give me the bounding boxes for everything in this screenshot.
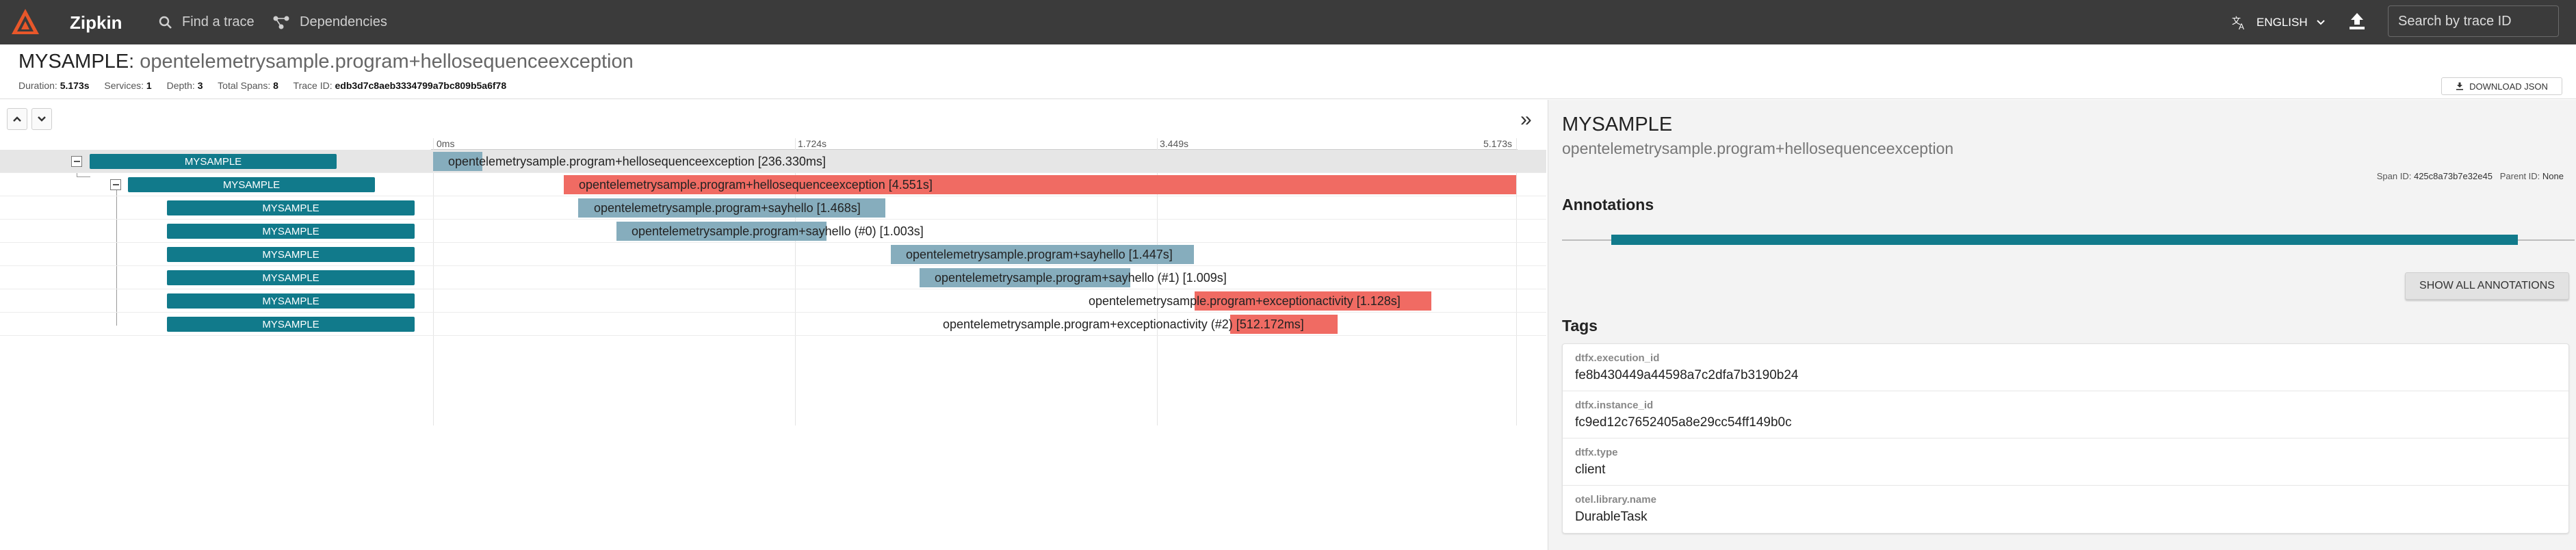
tag-item: dtfx.type client — [1563, 438, 2568, 486]
chevron-up-icon — [13, 116, 21, 122]
tag-item: otel.library.name DurableTask — [1563, 486, 2568, 533]
trace-header: MYSAMPLE: opentelemetrysample.program+he… — [0, 44, 2576, 99]
annotations-span-bar[interactable] — [1611, 235, 2518, 245]
annotations-heading: Annotations — [1562, 196, 1654, 213]
scale-label-0: 0ms — [437, 138, 455, 149]
collapse-toggle-icon[interactable] — [71, 156, 82, 167]
tag-item: dtfx.instance_id fc9ed12c7652405a8e29cc5… — [1563, 391, 2568, 438]
tag-value: client — [1575, 462, 1606, 477]
span-service-badge: MYSAMPLE — [167, 224, 415, 239]
top-navbar: Zipkin Find a trace Dependencies 文 A ENG… — [0, 0, 2576, 44]
download-json-label: DOWNLOAD JSON — [2469, 81, 2548, 92]
svg-text:A: A — [2239, 22, 2244, 30]
dependencies-icon — [273, 16, 289, 29]
services-label: Services: — [104, 80, 144, 91]
span-id-value: 425c8a73b7e32e45 — [2413, 171, 2493, 181]
span-service-badge: MYSAMPLE — [167, 247, 415, 262]
search-icon — [159, 16, 172, 29]
translate-icon: 文 A — [2232, 16, 2244, 30]
trace-title: MYSAMPLE: opentelemetrysample.program+he… — [18, 51, 634, 73]
span-detail-panel: MYSAMPLE opentelemetrysample.program+hel… — [1548, 100, 2576, 550]
span-row[interactable]: MYSAMPLE opentelemetrysample.program+say… — [0, 220, 1546, 243]
nav-dependencies[interactable]: Dependencies — [272, 0, 387, 44]
show-all-annotations-button[interactable]: SHOW ALL ANNOTATIONS — [2405, 272, 2569, 300]
double-chevron-right-icon[interactable]: » — [1520, 108, 1532, 131]
depth-label: Depth: — [166, 80, 195, 91]
depth-value: 3 — [197, 80, 203, 91]
parent-id-label: Parent ID: — [2499, 171, 2540, 181]
tag-value: DurableTask — [1575, 510, 1648, 524]
detail-span-name: opentelemetrysample.program+hellosequenc… — [1562, 140, 1954, 157]
trace-span-name: opentelemetrysample.program+hellosequenc… — [140, 51, 634, 73]
span-service-badge: MYSAMPLE — [167, 317, 415, 332]
download-icon — [2456, 82, 2464, 90]
chevron-down-icon — [2316, 19, 2325, 25]
tag-key: dtfx.execution_id — [1575, 352, 1660, 364]
total-spans-value: 8 — [273, 80, 278, 91]
tag-key: dtfx.instance_id — [1575, 400, 1654, 411]
span-label: opentelemetrysample.program+sayhello (#1… — [935, 271, 1227, 285]
span-row[interactable]: MYSAMPLE opentelemetrysample.program+hel… — [0, 173, 1546, 196]
span-row[interactable]: MYSAMPLE opentelemetrysample.program+say… — [0, 243, 1546, 266]
span-id-label: Span ID: — [2376, 171, 2412, 181]
span-row[interactable]: MYSAMPLE opentelemetrysample.program+exc… — [0, 289, 1546, 313]
span-label: opentelemetrysample.program+sayhello [1.… — [906, 248, 1173, 261]
trace-summary: Duration: 5.173s Services: 1 Depth: 3 To… — [18, 80, 519, 91]
parent-id-value: None — [2542, 171, 2564, 181]
trace-id-label: Trace ID: — [293, 80, 333, 91]
nav-find-trace-label: Find a trace — [182, 14, 255, 29]
tags-heading: Tags — [1562, 317, 1598, 335]
upload-icon[interactable] — [2348, 12, 2366, 31]
span-row[interactable]: MYSAMPLE opentelemetrysample.program+say… — [0, 196, 1546, 220]
span-label: opentelemetrysample.program+hellosequenc… — [579, 178, 933, 192]
chevron-down-icon — [38, 116, 46, 122]
tags-list: dtfx.execution_id fe8b430449a44598a7c2df… — [1562, 343, 2569, 534]
span-service-badge: MYSAMPLE — [167, 200, 415, 215]
scale-label-1: 1.724s — [798, 138, 827, 149]
download-json-button[interactable]: DOWNLOAD JSON — [2441, 77, 2562, 95]
span-label: opentelemetrysample.program+hellosequenc… — [448, 155, 826, 168]
brand-name: Zipkin — [70, 12, 122, 33]
trace-id-search-input[interactable] — [2388, 5, 2559, 37]
tag-key: dtfx.type — [1575, 447, 1618, 458]
tag-value: fc9ed12c7652405a8e29cc54ff149b0c — [1575, 415, 1792, 430]
span-service-badge: MYSAMPLE — [128, 177, 375, 192]
scale-label-3: 5.173s — [1483, 138, 1513, 149]
collapse-all-button[interactable] — [31, 108, 52, 130]
language-label: ENGLISH — [2256, 15, 2308, 29]
zipkin-logo-icon — [12, 9, 39, 34]
duration-label: Duration: — [18, 80, 57, 91]
span-label: opentelemetrysample.program+exceptionact… — [1089, 294, 1401, 308]
span-service-badge: MYSAMPLE — [167, 293, 415, 309]
span-label: opentelemetrysample.program+sayhello [1.… — [594, 201, 861, 215]
span-label: opentelemetrysample.program+exceptionact… — [943, 317, 1304, 331]
tag-item: dtfx.execution_id fe8b430449a44598a7c2df… — [1563, 344, 2568, 391]
scale-label-2: 3.449s — [1160, 138, 1189, 149]
trace-service-name: MYSAMPLE — [18, 51, 129, 73]
span-row[interactable]: MYSAMPLE opentelemetrysample.program+exc… — [0, 313, 1546, 336]
expand-all-button[interactable] — [7, 108, 27, 130]
span-service-badge: MYSAMPLE — [90, 154, 337, 169]
duration-value: 5.173s — [60, 80, 90, 91]
span-ids: Span ID: 425c8a73b7e32e45 Parent ID: Non… — [2377, 171, 2564, 181]
nav-find-trace[interactable]: Find a trace — [159, 0, 255, 44]
span-row[interactable]: MYSAMPLE opentelemetrysample.program+say… — [0, 266, 1546, 289]
span-label: opentelemetrysample.program+sayhello (#0… — [632, 224, 924, 238]
tag-value: fe8b430449a44598a7c2dfa7b3190b24 — [1575, 368, 1799, 382]
collapse-toggle-icon[interactable] — [110, 179, 121, 190]
services-value: 1 — [146, 80, 152, 91]
trace-timeline: » 0ms 1.724s 3.449s 5.173s MYSAMPLE open… — [0, 100, 1546, 550]
nav-dependencies-label: Dependencies — [300, 14, 387, 29]
span-row[interactable]: MYSAMPLE opentelemetrysample.program+hel… — [0, 150, 1546, 173]
total-spans-label: Total Spans: — [218, 80, 271, 91]
tag-key: otel.library.name — [1575, 494, 1656, 506]
detail-service-name: MYSAMPLE — [1562, 114, 1673, 135]
language-selector[interactable]: 文 A ENGLISH — [2232, 0, 2335, 44]
trace-id-value: edb3d7c8aeb3334799a7bc809b5a6f78 — [335, 80, 507, 91]
brand[interactable]: Zipkin — [10, 5, 122, 40]
span-service-badge: MYSAMPLE — [167, 270, 415, 285]
